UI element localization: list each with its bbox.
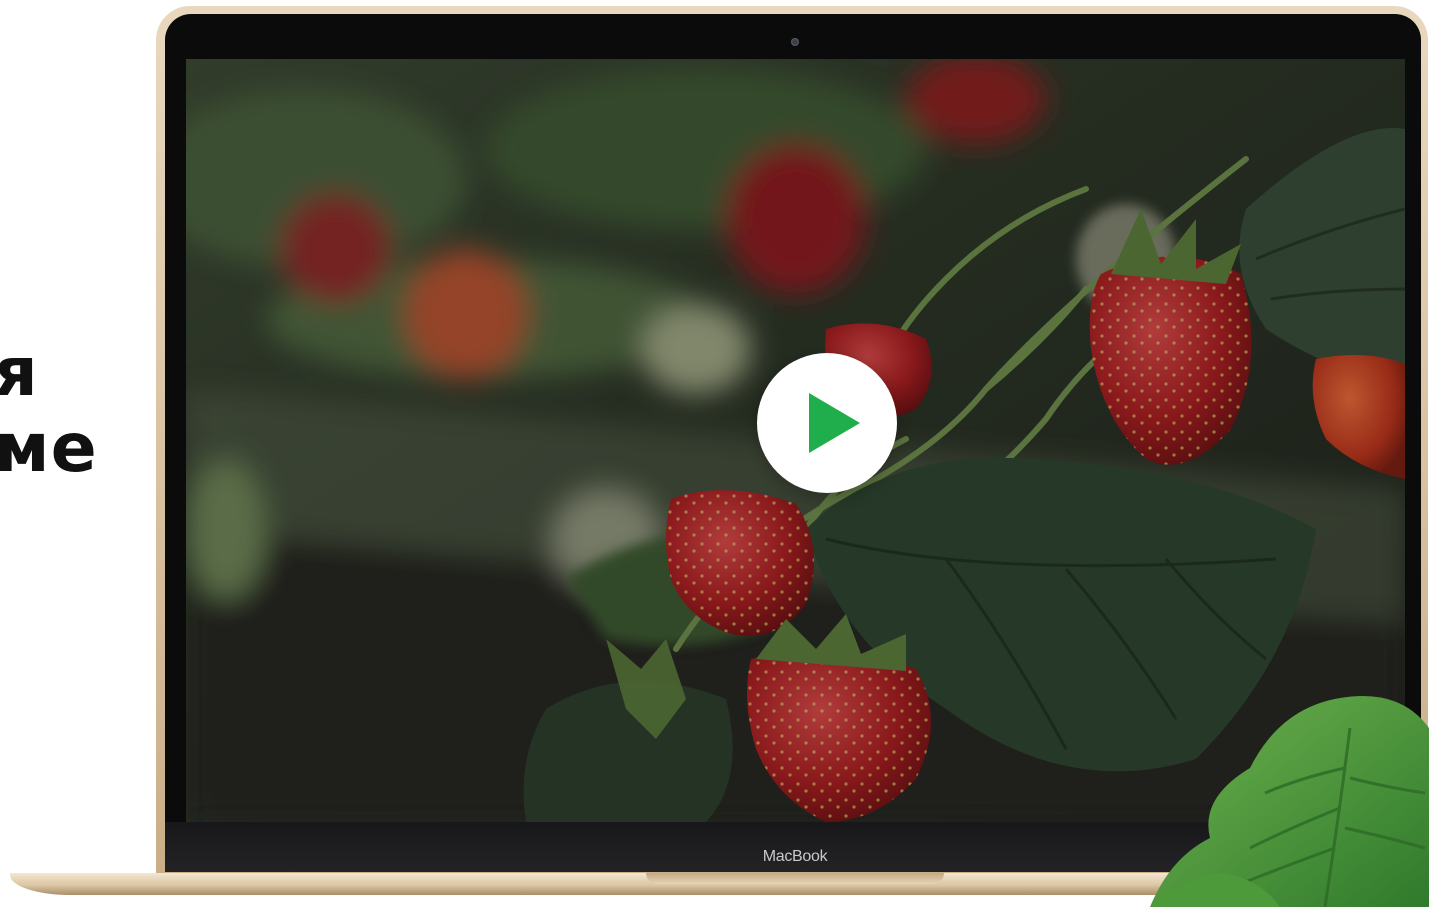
laptop-opening-notch — [646, 873, 944, 884]
section-heading: я ме — [0, 335, 98, 487]
strawberry-leaf-decoration — [1150, 696, 1429, 907]
webcam-icon — [791, 38, 799, 46]
page: я ме MacBook — [0, 0, 1429, 907]
heading-line-1: я — [0, 333, 39, 412]
play-button[interactable] — [757, 353, 897, 493]
brand-label: MacBook — [762, 848, 828, 865]
heading-line-2: ме — [0, 409, 98, 488]
play-icon — [809, 393, 860, 453]
